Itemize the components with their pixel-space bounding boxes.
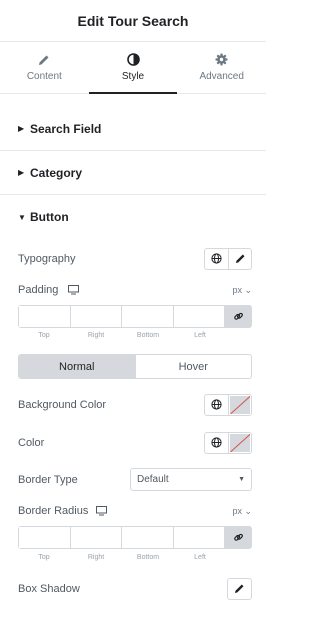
color-picker[interactable]	[228, 432, 251, 453]
radius-bottom-input[interactable]	[122, 527, 174, 548]
tab-content[interactable]: Content	[0, 42, 89, 93]
radius-link-button[interactable]	[225, 527, 251, 548]
caret-down-icon: ▼	[18, 212, 26, 222]
state-hover-tab[interactable]: Hover	[134, 355, 252, 378]
background-color-control: Background Color	[18, 393, 252, 416]
panel-header: Edit Tour Search	[0, 0, 266, 42]
state-normal-tab[interactable]: Normal	[19, 355, 135, 378]
box-shadow-label: Box Shadow	[18, 582, 80, 595]
tab-advanced[interactable]: Advanced	[177, 42, 266, 93]
dim-label-top: Top	[38, 332, 50, 339]
caret-right-icon: ▶	[18, 168, 25, 177]
pencil-icon	[235, 584, 244, 593]
dim-label-right: Right	[87, 332, 105, 339]
dim-label-left: Left	[194, 554, 206, 561]
border-radius-label: Border Radius	[18, 505, 89, 517]
box-shadow-edit-button[interactable]	[228, 579, 251, 599]
dim-label-left: Left	[194, 332, 206, 339]
padding-dimension-labels: Top Right Bottom Left	[18, 332, 226, 339]
tab-content-label: Content	[26, 70, 62, 82]
gear-icon	[215, 53, 228, 66]
background-color-global-button[interactable]	[205, 395, 228, 415]
padding-unit[interactable]: px ⌄	[232, 285, 252, 296]
box-shadow-control: Box Shadow	[18, 577, 252, 600]
globe-icon	[211, 399, 222, 410]
padding-bottom-input[interactable]	[122, 306, 174, 327]
padding-top-input[interactable]	[19, 306, 71, 327]
padding-dimensions	[18, 305, 252, 328]
typography-edit-button[interactable]	[228, 248, 251, 269]
color-actions	[204, 431, 252, 454]
padding-left-input[interactable]	[173, 306, 225, 327]
typography-global-button[interactable]	[205, 249, 228, 269]
border-type-select[interactable]: Default ▼	[130, 468, 252, 491]
panel-title: Edit Tour Search	[77, 12, 189, 29]
tab-style[interactable]: Style	[88, 42, 178, 94]
desktop-icon[interactable]	[68, 285, 80, 295]
typography-control: Typography	[18, 247, 252, 270]
typography-actions	[204, 247, 252, 270]
border-radius-dimensions	[18, 526, 252, 549]
dim-label-bottom: Bottom	[136, 554, 160, 561]
box-shadow-actions	[227, 577, 252, 600]
radius-top-input[interactable]	[19, 527, 71, 548]
dim-label-top: Top	[38, 554, 50, 561]
section-button[interactable]: ▼ Button	[0, 195, 266, 239]
link-icon	[233, 312, 243, 320]
pencil-icon	[235, 254, 244, 263]
background-color-label: Background Color	[18, 398, 107, 411]
panel-tabs: Content Style Advanced	[0, 42, 266, 94]
typography-label: Typography	[18, 252, 76, 265]
tab-style-label: Style	[121, 71, 145, 82]
border-type-label: Border Type	[18, 473, 78, 486]
section-category[interactable]: ▶ Category	[0, 151, 266, 195]
section-category-label: Category	[30, 165, 83, 180]
desktop-icon[interactable]	[96, 506, 108, 516]
padding-right-input[interactable]	[70, 306, 122, 327]
background-color-picker[interactable]	[228, 394, 251, 415]
empty-color-swatch-icon	[230, 433, 250, 452]
border-radius-dimension-labels: Top Right Bottom Left	[18, 554, 226, 561]
color-label: Color	[18, 436, 45, 449]
border-type-control: Border Type Default ▼	[18, 468, 252, 491]
border-type-value: Default	[137, 474, 169, 485]
empty-color-swatch-icon	[230, 395, 250, 414]
padding-link-button[interactable]	[225, 306, 251, 327]
pencil-icon	[39, 55, 49, 65]
section-search-field-label: Search Field	[30, 121, 102, 136]
globe-icon	[211, 437, 222, 448]
chevron-down-icon: ▼	[238, 476, 245, 483]
padding-label: Padding	[18, 284, 59, 296]
padding-control: Padding px ⌄	[18, 282, 252, 298]
border-radius-unit[interactable]: px ⌄	[232, 506, 252, 517]
link-icon	[233, 533, 243, 541]
section-search-field[interactable]: ▶ Search Field	[0, 107, 266, 151]
dim-label-right: Right	[87, 554, 105, 561]
tab-advanced-label: Advanced	[199, 71, 244, 82]
contrast-icon	[126, 53, 140, 66]
state-toggle: Normal Hover	[18, 354, 252, 379]
border-radius-control: Border Radius px ⌄	[18, 503, 252, 519]
radius-right-input[interactable]	[70, 527, 122, 548]
radius-left-input[interactable]	[173, 527, 225, 548]
section-button-label: Button	[30, 210, 69, 224]
dim-label-bottom: Bottom	[136, 332, 160, 339]
globe-icon	[211, 253, 222, 264]
color-global-button[interactable]	[205, 433, 228, 453]
caret-right-icon: ▶	[18, 124, 25, 133]
color-control: Color	[18, 431, 252, 454]
background-color-actions	[204, 393, 252, 416]
